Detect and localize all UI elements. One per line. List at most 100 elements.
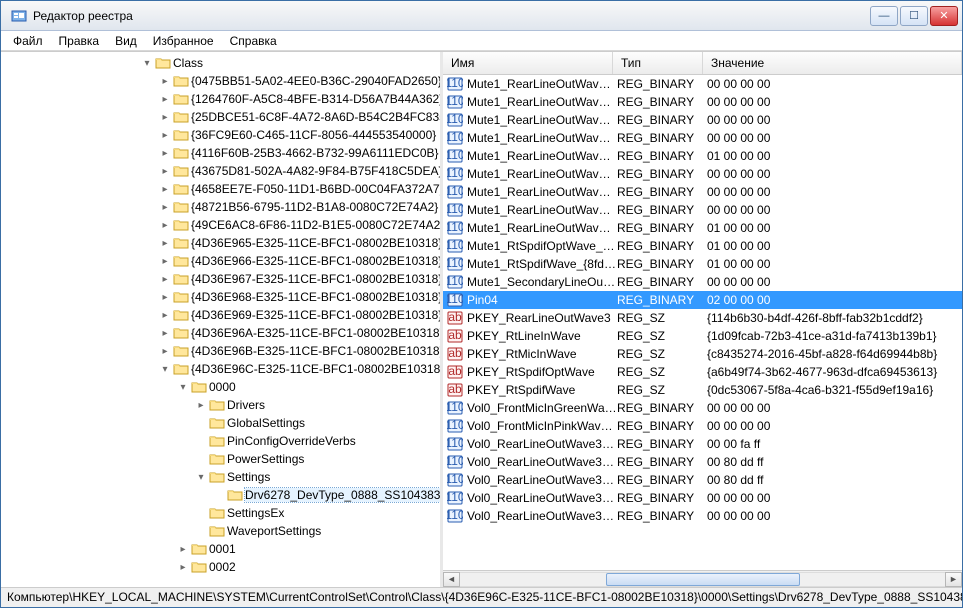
list-row[interactable]: 110Pin04REG_BINARY02 00 00 00: [443, 291, 962, 309]
maximize-button[interactable]: ☐: [900, 6, 928, 26]
expand-icon[interactable]: ▸: [159, 184, 171, 195]
tree-item[interactable]: ▸Drivers: [1, 396, 440, 414]
tree-item[interactable]: ▸{48721B56-6795-11D2-B1A8-0080C72E74A2}: [1, 198, 440, 216]
tree-item[interactable]: ▸{4D36E968-E325-11CE-BFC1-08002BE10318}: [1, 288, 440, 306]
list-row[interactable]: 110Mute1_RearLineOutWave…REG_BINARY00 00…: [443, 129, 962, 147]
tree-item[interactable]: ▸{4D36E965-E325-11CE-BFC1-08002BE10318}: [1, 234, 440, 252]
expand-icon[interactable]: ▾: [159, 364, 171, 375]
tree-item[interactable]: ▾Class: [1, 54, 440, 72]
list-row[interactable]: abPKEY_RtSpdifWaveREG_SZ{0dc53067-5f8a-4…: [443, 381, 962, 399]
expand-icon[interactable]: ▸: [159, 112, 171, 123]
tree-item[interactable]: ▸{43675D81-502A-4A82-9F84-B75F418C5DEA}: [1, 162, 440, 180]
tree-item[interactable]: ▸{4658EE7E-F050-11D1-B6BD-00C04FA372A7}: [1, 180, 440, 198]
tree-item[interactable]: ▸{4D36E96B-E325-11CE-BFC1-08002BE10318}: [1, 342, 440, 360]
expand-icon[interactable]: ▸: [177, 544, 189, 555]
header-value[interactable]: Значение: [703, 52, 962, 74]
menu-view[interactable]: Вид: [107, 32, 145, 50]
expand-icon[interactable]: ▸: [159, 238, 171, 249]
tree-item[interactable]: ▸{1264760F-A5C8-4BFE-B314-D56A7B44A362}: [1, 90, 440, 108]
list-row[interactable]: abPKEY_RearLineOutWave3REG_SZ{114b6b30-b…: [443, 309, 962, 327]
list-row[interactable]: 110Mute1_RearLineOutWave…REG_BINARY01 00…: [443, 219, 962, 237]
header-type[interactable]: Тип: [613, 52, 703, 74]
expand-icon[interactable]: ▾: [177, 382, 189, 393]
tree-item[interactable]: ▸{4D36E969-E325-11CE-BFC1-08002BE10318}: [1, 306, 440, 324]
header-name[interactable]: Имя: [443, 52, 613, 74]
list-row[interactable]: 110Mute1_RearLineOutWave…REG_BINARY00 00…: [443, 75, 962, 93]
expand-icon[interactable]: ▸: [159, 220, 171, 231]
horizontal-scrollbar[interactable]: ◄ ►: [443, 570, 962, 587]
scroll-right-icon[interactable]: ►: [945, 572, 962, 587]
tree-item[interactable]: PowerSettings: [1, 450, 440, 468]
list-row[interactable]: 110Mute1_RearLineOutWave…REG_BINARY00 00…: [443, 93, 962, 111]
tree-item[interactable]: WaveportSettings: [1, 522, 440, 540]
list-row[interactable]: 110Mute1_RearLineOutWave…REG_BINARY01 00…: [443, 147, 962, 165]
expand-icon[interactable]: ▸: [159, 328, 171, 339]
list-row[interactable]: 110Vol0_RearLineOutWave3_…REG_BINARY00 0…: [443, 507, 962, 525]
tree-item[interactable]: ▸{36FC9E60-C465-11CF-8056-444553540000}: [1, 126, 440, 144]
list-row[interactable]: 110Vol0_FrontMicInGreenWa…REG_BINARY00 0…: [443, 399, 962, 417]
expand-icon[interactable]: ▸: [159, 256, 171, 267]
list-body[interactable]: 110Mute1_RearLineOutWave…REG_BINARY00 00…: [443, 75, 962, 570]
expand-icon[interactable]: ▾: [195, 472, 207, 483]
expand-icon[interactable]: ▸: [177, 562, 189, 573]
list-row[interactable]: 110Mute1_RtSpdifOptWave_…REG_BINARY01 00…: [443, 237, 962, 255]
binary-value-icon: 110: [447, 400, 463, 416]
expand-icon[interactable]: ▾: [141, 58, 153, 69]
tree-item[interactable]: ▸{4D36E966-E325-11CE-BFC1-08002BE10318}: [1, 252, 440, 270]
scroll-left-icon[interactable]: ◄: [443, 572, 460, 587]
tree-item[interactable]: ▸{4D36E967-E325-11CE-BFC1-08002BE10318}: [1, 270, 440, 288]
list-row[interactable]: abPKEY_RtMicInWaveREG_SZ{c8435274-2016-4…: [443, 345, 962, 363]
scroll-thumb[interactable]: [606, 573, 800, 586]
binary-value-icon: 110: [447, 220, 463, 236]
tree-pane[interactable]: ▾Class▸{0475BB51-5A02-4EE0-B36C-29040FAD…: [1, 52, 443, 587]
tree-item[interactable]: SettingsEx: [1, 504, 440, 522]
tree-item[interactable]: ▾0000: [1, 378, 440, 396]
scroll-track[interactable]: [460, 572, 945, 587]
value-name: Vol0_RearLineOutWave3_…: [467, 473, 617, 487]
menu-edit[interactable]: Правка: [51, 32, 108, 50]
list-row[interactable]: abPKEY_RtSpdifOptWaveREG_SZ{a6b49f74-3b6…: [443, 363, 962, 381]
list-row[interactable]: 110Mute1_SecondaryLineOu…REG_BINARY00 00…: [443, 273, 962, 291]
value-name: Mute1_RearLineOutWave…: [467, 113, 617, 127]
tree-item[interactable]: ▸ 0001: [1, 540, 440, 558]
minimize-button[interactable]: —: [870, 6, 898, 26]
list-row[interactable]: 110Mute1_RearLineOutWave…REG_BINARY00 00…: [443, 201, 962, 219]
list-row[interactable]: 110Mute1_RearLineOutWave…REG_BINARY00 00…: [443, 183, 962, 201]
menu-file[interactable]: Файл: [5, 32, 51, 50]
tree-item[interactable]: Drv6278_DevType_0888_SS10438357: [1, 486, 440, 504]
list-row[interactable]: 110Mute1_RearLineOutWave…REG_BINARY00 00…: [443, 165, 962, 183]
tree-item[interactable]: ▸{0475BB51-5A02-4EE0-B36C-29040FAD2650}: [1, 72, 440, 90]
expand-icon[interactable]: ▸: [159, 292, 171, 303]
tree-item[interactable]: ▸0002: [1, 558, 440, 576]
tree-item[interactable]: ▸{4116F60B-25B3-4662-B732-99A6111EDC0B}: [1, 144, 440, 162]
expand-icon[interactable]: ▸: [159, 166, 171, 177]
list-row[interactable]: 110Vol0_RearLineOutWave3_…REG_BINARY00 8…: [443, 471, 962, 489]
menu-help[interactable]: Справка: [222, 32, 285, 50]
expand-icon[interactable]: ▸: [195, 400, 207, 411]
tree-item[interactable]: ▸{25DBCE51-6C8F-4A72-8A6D-B54C2B4FC835}: [1, 108, 440, 126]
menu-favorites[interactable]: Избранное: [145, 32, 222, 50]
list-row[interactable]: 110Mute1_RearLineOutWave…REG_BINARY00 00…: [443, 111, 962, 129]
tree-label: 0001: [209, 542, 236, 556]
expand-icon[interactable]: ▸: [159, 346, 171, 357]
expand-icon[interactable]: ▸: [159, 310, 171, 321]
expand-icon[interactable]: ▸: [159, 76, 171, 87]
tree-item[interactable]: GlobalSettings: [1, 414, 440, 432]
expand-icon[interactable]: ▸: [159, 202, 171, 213]
expand-icon[interactable]: ▸: [159, 148, 171, 159]
tree-item[interactable]: ▸{4D36E96A-E325-11CE-BFC1-08002BE10318}: [1, 324, 440, 342]
expand-icon[interactable]: ▸: [159, 94, 171, 105]
list-row[interactable]: abPKEY_RtLineInWaveREG_SZ{1d09fcab-72b3-…: [443, 327, 962, 345]
tree-item[interactable]: ▾Settings: [1, 468, 440, 486]
tree-item[interactable]: PinConfigOverrideVerbs: [1, 432, 440, 450]
list-row[interactable]: 110Vol0_RearLineOutWave3_…REG_BINARY00 8…: [443, 453, 962, 471]
list-row[interactable]: 110Mute1_RtSpdifWave_{8fd…REG_BINARY01 0…: [443, 255, 962, 273]
tree-item[interactable]: ▸{49CE6AC8-6F86-11D2-B1E5-0080C72E74A2}: [1, 216, 440, 234]
close-button[interactable]: ✕: [930, 6, 958, 26]
expand-icon[interactable]: ▸: [159, 130, 171, 141]
expand-icon[interactable]: ▸: [159, 274, 171, 285]
tree-item[interactable]: ▾{4D36E96C-E325-11CE-BFC1-08002BE10318}: [1, 360, 440, 378]
list-row[interactable]: 110Vol0_FrontMicInPinkWav…REG_BINARY00 0…: [443, 417, 962, 435]
list-row[interactable]: 110Vol0_RearLineOutWave3_…REG_BINARY00 0…: [443, 489, 962, 507]
list-row[interactable]: 110Vol0_RearLineOutWave3_…REG_BINARY00 0…: [443, 435, 962, 453]
